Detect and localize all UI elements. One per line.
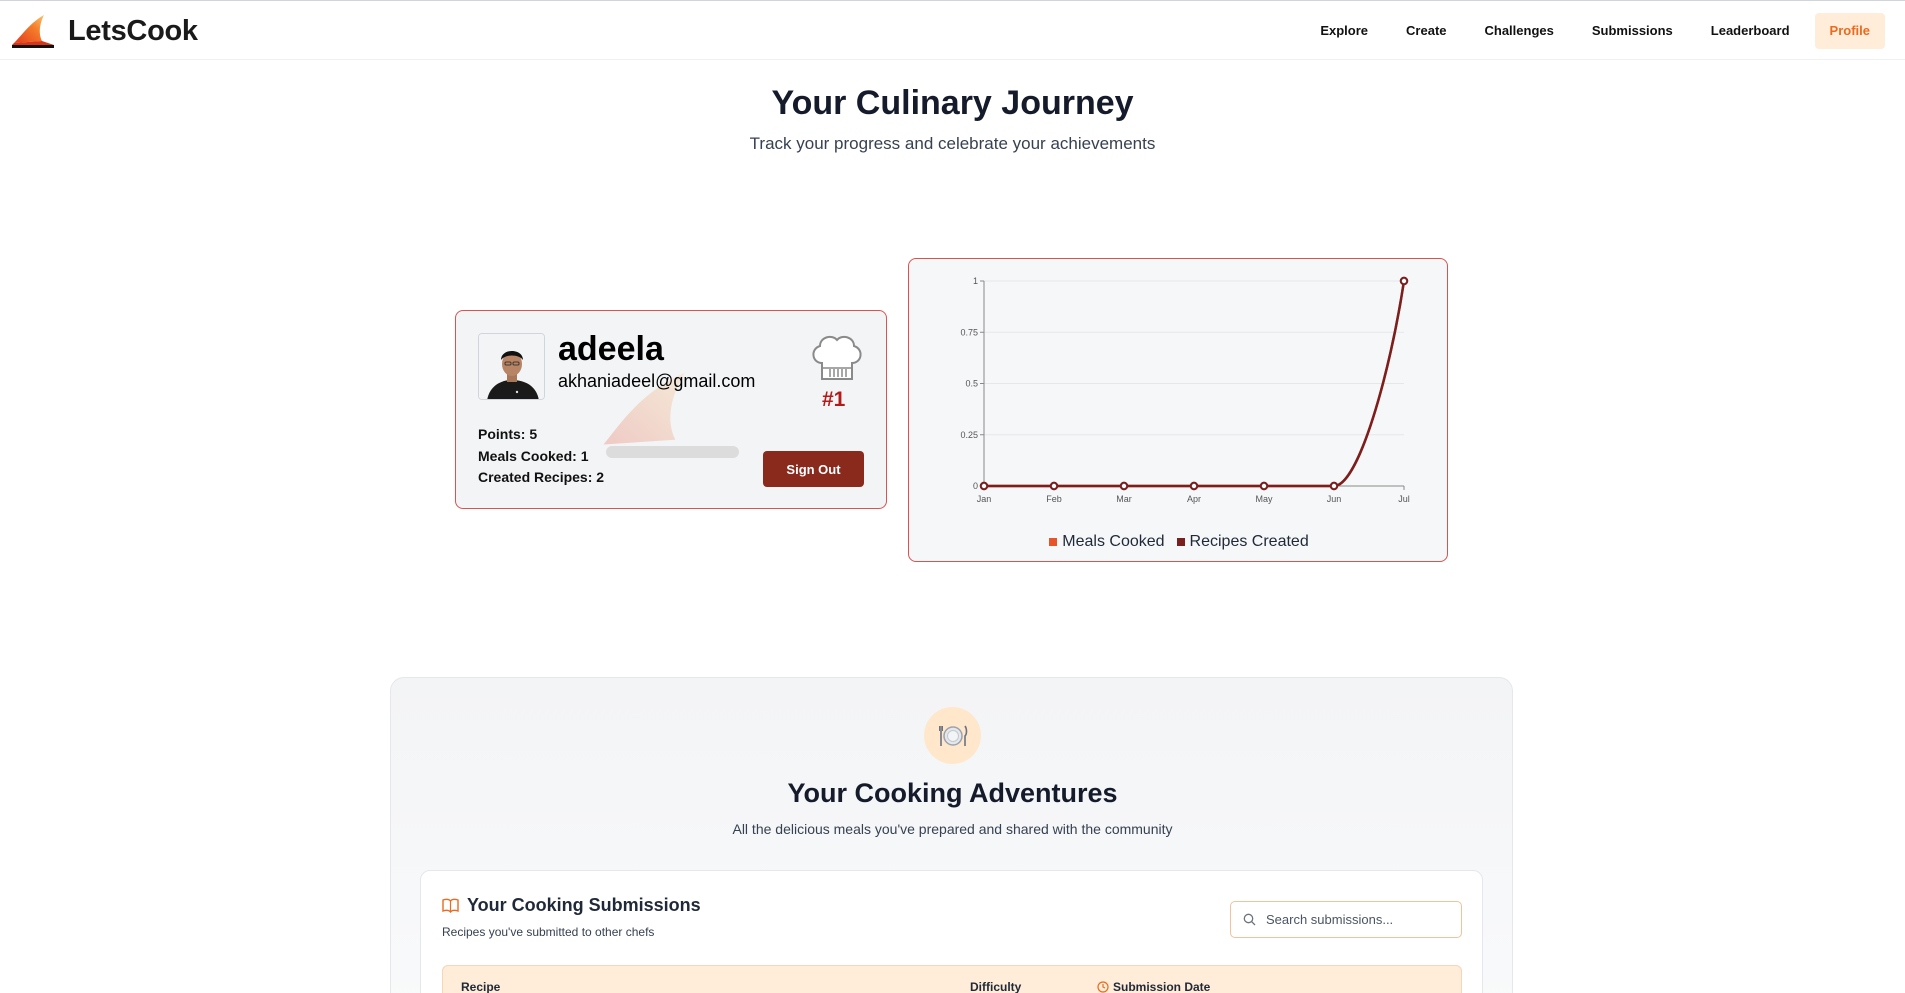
y-tick-label: 1	[973, 276, 978, 286]
activity-chart-card: 0 0.25 0.5 0.75 1 Jan Feb Mar Apr May Jun Jul Meals…	[908, 258, 1448, 562]
y-tick-label: 0	[973, 481, 978, 491]
x-tick-label: Apr	[1187, 494, 1201, 504]
adventures-subtitle: All the delicious meals you've prepared …	[732, 821, 1173, 837]
submissions-title: Your Cooking Submissions	[467, 895, 701, 915]
nav-submissions[interactable]: Submissions	[1573, 13, 1692, 49]
x-tick-label: May	[1255, 494, 1273, 504]
stat-meals: Meals Cooked: 1	[478, 448, 589, 464]
nav-links: Explore Create Challenges Submissions Le…	[1301, 13, 1885, 49]
column-recipe[interactable]: Recipe	[461, 980, 500, 993]
username: adeela	[558, 330, 664, 368]
stat-points: Points: 5	[478, 426, 538, 442]
column-submission-date[interactable]: Submission Date	[1097, 980, 1210, 993]
x-tick-label: Jun	[1327, 494, 1342, 504]
data-point-recipes-created	[1329, 481, 1339, 491]
clock-icon	[1097, 981, 1109, 993]
profile-card: adeela akhaniadeel@gmail.com #1 Points: …	[455, 310, 887, 509]
column-submission-date-label: Submission Date	[1113, 980, 1211, 993]
x-tick-label: Feb	[1046, 494, 1062, 504]
data-point-recipes-created	[1119, 481, 1129, 491]
legend-label-meals: Meals Cooked	[1062, 533, 1165, 550]
progress-bar	[606, 446, 739, 458]
nav-create[interactable]: Create	[1387, 13, 1465, 49]
search-submissions-input[interactable]	[1266, 912, 1446, 927]
navbar: LetsCook Explore Create Challenges Submi…	[0, 0, 1905, 60]
avatar	[478, 333, 545, 400]
book-open-icon	[442, 898, 459, 913]
submissions-header: Your Cooking Submissions	[442, 895, 701, 916]
nav-explore[interactable]: Explore	[1301, 13, 1387, 49]
legend-recipes-created[interactable]: Recipes Created	[1176, 533, 1309, 551]
plate-cutlery-icon	[938, 725, 967, 746]
y-tick-label: 0.5	[965, 379, 978, 389]
nav-profile[interactable]: Profile	[1814, 13, 1885, 49]
submissions-description: Recipes you've submitted to other chefs	[442, 925, 655, 939]
y-tick-label: 0.75	[960, 327, 978, 337]
user-email: akhaniadeel@gmail.com	[558, 371, 756, 391]
page-title: Your Culinary Journey	[771, 84, 1134, 122]
brand-logo[interactable]: LetsCook	[10, 13, 198, 49]
data-point-recipes-created	[1189, 481, 1199, 491]
search-box	[1230, 901, 1462, 938]
plate-icon-badge	[924, 707, 981, 764]
stat-recipes: Created Recipes: 2	[478, 469, 605, 485]
rank-badge: #1	[822, 388, 846, 411]
x-tick-label: Jul	[1398, 494, 1410, 504]
data-point-recipes-created	[1399, 276, 1409, 286]
adventures-title: Your Cooking Adventures	[787, 778, 1118, 808]
data-point-recipes-created	[979, 481, 989, 491]
x-tick-label: Jan	[977, 494, 992, 504]
brand-name: LetsCook	[68, 14, 198, 47]
page-subtitle: Track your progress and celebrate your a…	[749, 134, 1156, 153]
y-tick-label: 0.25	[960, 430, 978, 440]
activity-chart: 0 0.25 0.5 0.75 1 Jan Feb Mar Apr May Jun Jul	[960, 276, 1410, 504]
legend-label-recipes: Recipes Created	[1189, 533, 1309, 550]
data-point-recipes-created	[1049, 481, 1059, 491]
nav-leaderboard[interactable]: Leaderboard	[1692, 13, 1809, 49]
submissions-panel: Your Cooking Submissions Recipes you've …	[420, 870, 1483, 993]
user-photo-icon	[479, 334, 544, 399]
search-icon	[1243, 913, 1256, 926]
sign-out-button[interactable]: Sign Out	[763, 451, 864, 487]
legend-swatch-recipes	[1176, 538, 1185, 546]
legend-meals-cooked[interactable]: Meals Cooked	[1049, 533, 1165, 551]
column-difficulty[interactable]: Difficulty	[970, 980, 1021, 993]
chef-hat-icon	[812, 335, 862, 380]
x-tick-label: Mar	[1116, 494, 1132, 504]
data-point-recipes-created	[1259, 481, 1269, 491]
cooking-adventures-section: Your Cooking Adventures All the deliciou…	[390, 677, 1513, 993]
letscook-logo-icon	[12, 15, 54, 48]
legend-swatch-meals	[1049, 538, 1058, 546]
chart-legend: Meals Cooked Recipes Created	[909, 533, 1449, 551]
submissions-table-header: Recipe Difficulty Submission Date	[442, 965, 1462, 993]
nav-challenges[interactable]: Challenges	[1466, 13, 1573, 49]
